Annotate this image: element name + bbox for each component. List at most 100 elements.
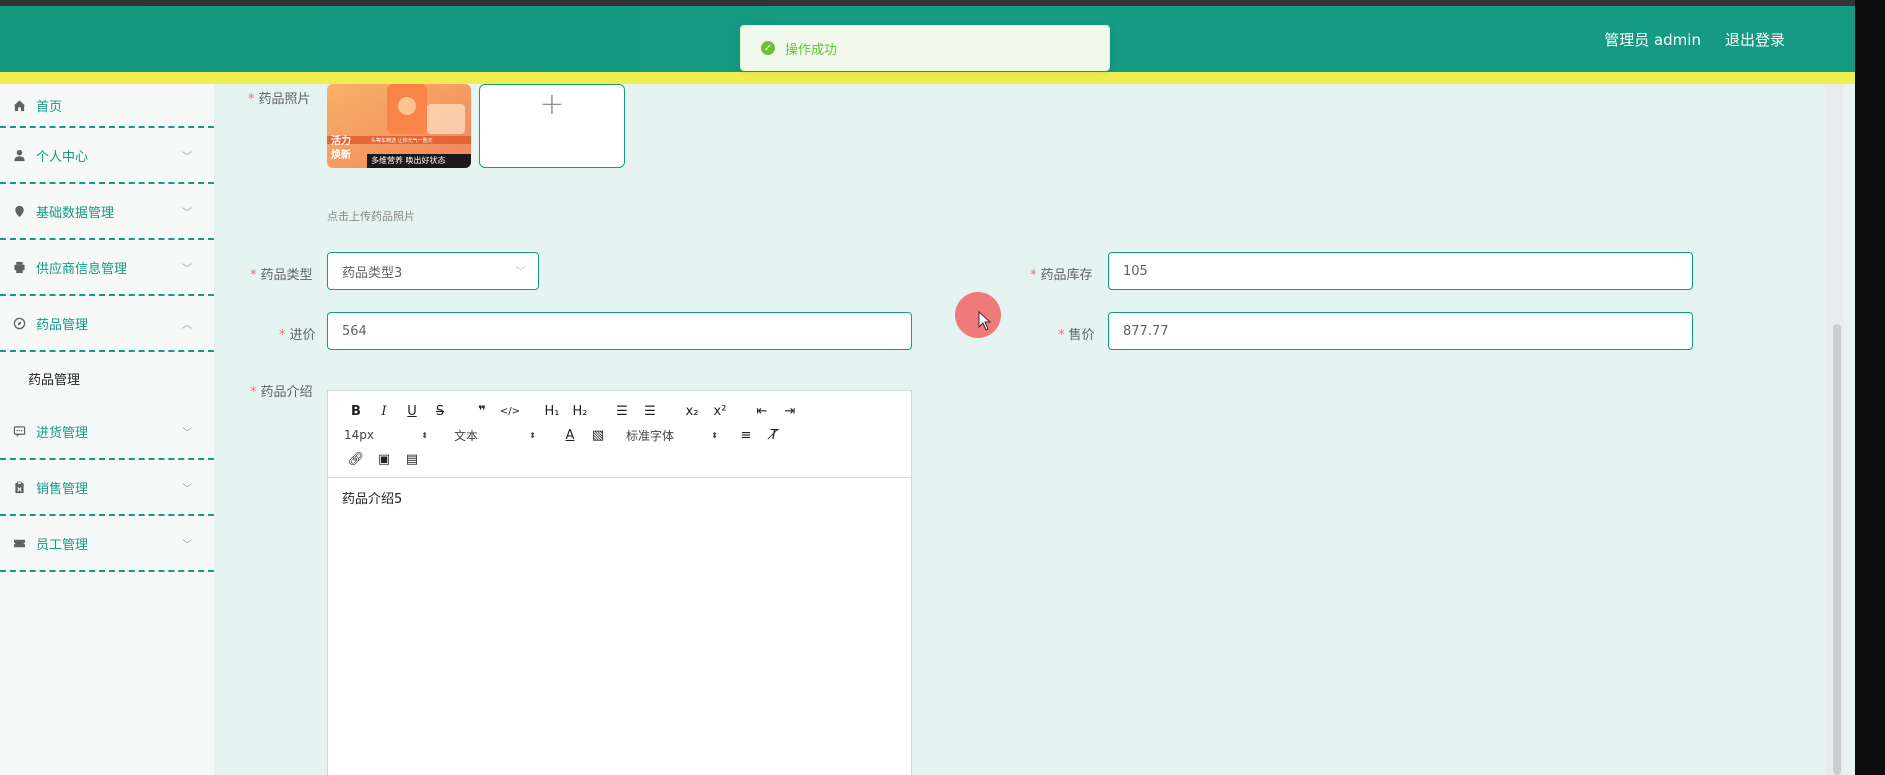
chevron-down-icon: ﹀	[182, 539, 192, 551]
sale-price-label: * 售价	[1058, 324, 1095, 343]
home-icon	[12, 98, 26, 112]
sidebar-item-label: 员工管理	[36, 537, 89, 553]
chevron-down-icon: ﹀	[182, 207, 192, 219]
editor-content[interactable]: 药品介绍5	[328, 478, 911, 517]
sidebar-item-label: 销售管理	[36, 481, 89, 497]
sidebar-item-sales[interactable]: 销售管理 ﹀	[0, 460, 214, 516]
subscript-icon[interactable]: x₂	[678, 404, 706, 419]
sidebar-item-staff[interactable]: 员工管理 ﹀	[0, 516, 214, 572]
purchase-price-value: 564	[342, 323, 367, 339]
header-user-area: 管理员 admin 退出登录	[1604, 6, 1785, 72]
logout-button[interactable]: 退出登录	[1725, 29, 1785, 50]
indent-icon[interactable]: ⇥	[776, 404, 804, 419]
required-mark: *	[250, 268, 257, 283]
heading2-icon[interactable]: H₂	[566, 404, 594, 419]
upload-hint: 点击上传药品照片	[327, 210, 415, 223]
underline-icon[interactable]: U	[398, 404, 426, 419]
sidebar-subitem-medicine[interactable]: 药品管理	[0, 352, 214, 404]
sale-price-value: 877.77	[1123, 323, 1169, 339]
strikethrough-icon[interactable]: S	[426, 404, 454, 419]
rich-text-editor: B I U S ❞ </> H₁ H₂ ☰ ☰ x₂ x² ⇤ ⇥ 14px ⬍…	[327, 390, 912, 775]
chevron-up-icon: ︿	[182, 319, 192, 331]
clear-format-icon[interactable]: T̸	[760, 428, 788, 443]
chevron-down-icon: ﹀	[182, 151, 192, 163]
type-select[interactable]: 药品类型3 ﹀	[327, 252, 539, 290]
text-style-value: 文本	[454, 428, 479, 443]
photo-text-line2: 焕新	[331, 150, 351, 161]
mouse-cursor-icon	[978, 311, 992, 331]
sidebar-item-home[interactable]: 首页	[0, 84, 214, 128]
user-icon	[12, 148, 26, 162]
heading1-icon[interactable]: H₁	[538, 404, 566, 419]
scrollbar-thumb[interactable]	[1833, 324, 1841, 775]
code-block-icon[interactable]: </>	[496, 406, 524, 417]
type-label: * 药品类型	[250, 264, 313, 283]
upload-photo-button[interactable]: +	[479, 84, 625, 168]
required-mark: *	[279, 328, 286, 343]
font-size-select[interactable]: 14px ⬍	[342, 428, 428, 442]
intro-label-text: 药品介绍	[260, 385, 313, 400]
sidebar-item-basic-data[interactable]: 基础数据管理 ﹀	[0, 184, 214, 240]
sale-price-label-text: 售价	[1068, 328, 1095, 343]
photo-label-text: 药品照片	[258, 92, 311, 107]
bold-icon[interactable]: B	[342, 404, 370, 419]
image-icon[interactable]: ▣	[370, 452, 398, 467]
photo-label: * 药品照片	[248, 88, 311, 107]
sidebar-item-medicine[interactable]: 药品管理 ︿	[0, 296, 214, 352]
app-frame: 管理员 admin 退出登录 ✓ 操作成功 首页 个人中心 ﹀ 基础数据管理 ﹀	[0, 0, 1855, 775]
blockquote-icon[interactable]: ❞	[468, 404, 496, 419]
select-arrows-icon: ⬍	[421, 430, 428, 440]
align-icon[interactable]: ≡	[732, 428, 760, 443]
clipboard-icon	[12, 480, 26, 494]
sidebar-item-label: 个人中心	[36, 149, 89, 165]
purchase-price-input[interactable]: 564	[327, 312, 912, 350]
sidebar-item-personal[interactable]: 个人中心 ﹀	[0, 128, 214, 184]
superscript-icon[interactable]: x²	[706, 404, 734, 419]
required-mark: *	[1030, 268, 1037, 283]
stock-input[interactable]: 105	[1108, 252, 1693, 290]
purchase-price-label: * 进价	[279, 324, 316, 343]
sidebar-item-supplier[interactable]: 供应商信息管理 ﹀	[0, 240, 214, 296]
medicine-photo-thumbnail[interactable]: 活力 焕新 头等车精选 让你元气一整天 多维营养 唤出好状态	[327, 84, 471, 168]
stock-label-text: 药品库存	[1040, 268, 1093, 283]
chevron-down-icon: ﹀	[182, 427, 192, 439]
text-style-select[interactable]: 文本 ⬍	[454, 427, 536, 444]
intro-label: * 药品介绍	[250, 381, 313, 400]
purchase-price-label-text: 进价	[289, 328, 316, 343]
chevron-down-icon: ﹀	[515, 265, 526, 278]
italic-icon[interactable]: I	[370, 404, 398, 419]
sale-price-input[interactable]: 877.77	[1108, 312, 1693, 350]
select-arrows-icon: ⬍	[529, 430, 536, 440]
sidebar-item-label: 进货管理	[36, 425, 89, 441]
required-mark: *	[1058, 328, 1065, 343]
admin-user-label: 管理员 admin	[1604, 30, 1701, 49]
compass-icon	[12, 316, 26, 330]
editor-toolbar: B I U S ❞ </> H₁ H₂ ☰ ☰ x₂ x² ⇤ ⇥ 14px ⬍…	[328, 391, 911, 478]
chat-icon	[12, 424, 26, 438]
sidebar-item-purchase[interactable]: 进货管理 ﹀	[0, 404, 214, 460]
ticket-icon	[12, 536, 26, 550]
photo-text-banner: 多维营养 唤出好状态	[371, 156, 446, 165]
sidebar-item-label: 药品管理	[36, 317, 89, 333]
video-icon[interactable]: ▤	[398, 452, 426, 467]
outdent-icon[interactable]: ⇤	[748, 404, 776, 419]
toast-message: 操作成功	[785, 42, 838, 58]
bullet-list-icon[interactable]: ☰	[636, 404, 664, 419]
sidebar: 首页 个人中心 ﹀ 基础数据管理 ﹀ 供应商信息管理 ﹀ 药品管理 ︿ 药品管理…	[0, 84, 214, 775]
type-label-text: 药品类型	[260, 268, 313, 283]
location-icon	[12, 204, 26, 218]
link-icon[interactable]: 🔗︎	[342, 452, 370, 467]
stock-label: * 药品库存	[1030, 264, 1093, 283]
font-color-icon[interactable]: A	[556, 428, 584, 443]
background-color-icon[interactable]: ▧	[584, 428, 612, 443]
printer-icon	[12, 260, 26, 274]
check-circle-icon: ✓	[761, 41, 775, 55]
editor-text: 药品介绍5	[342, 492, 403, 507]
plus-icon: +	[539, 87, 565, 122]
ordered-list-icon[interactable]: ☰	[608, 404, 636, 419]
select-arrows-icon: ⬍	[711, 430, 718, 440]
required-mark: *	[250, 385, 257, 400]
font-family-value: 标准字体	[626, 428, 675, 443]
sidebar-item-label: 基础数据管理	[36, 205, 115, 221]
font-family-select[interactable]: 标准字体 ⬍	[626, 427, 718, 444]
